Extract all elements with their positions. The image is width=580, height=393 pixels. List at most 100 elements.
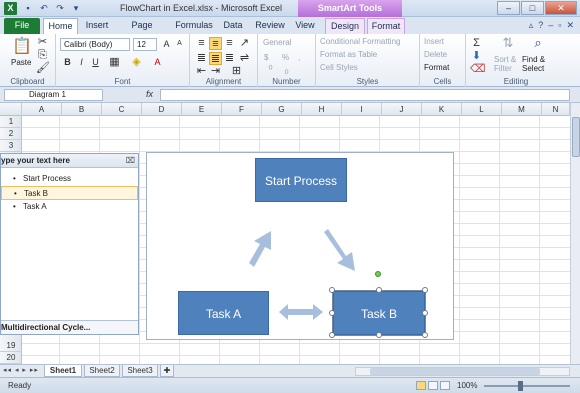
resize-handle[interactable] — [422, 332, 428, 338]
horizontal-scrollbar[interactable] — [355, 367, 570, 376]
minimize-ribbon-icon[interactable]: ▵ — [529, 20, 534, 31]
clear-icon[interactable]: ⌫ — [470, 63, 486, 76]
shrink-font-icon[interactable]: A — [173, 38, 186, 51]
column-header[interactable]: C — [102, 103, 142, 116]
shape-task-a[interactable]: Task A — [178, 291, 269, 335]
cell-styles-button[interactable]: Cell Styles — [320, 63, 358, 72]
paste-icon[interactable]: 📋 — [12, 37, 32, 57]
paste-button[interactable]: Paste — [11, 58, 31, 67]
cut-icon[interactable]: ✂ — [36, 36, 49, 49]
vertical-scrollbar[interactable] — [570, 103, 580, 364]
orientation-icon[interactable]: ↗ — [238, 37, 251, 50]
tab-file[interactable]: File — [4, 18, 40, 34]
sort-filter-label-1[interactable]: Sort & — [494, 55, 516, 64]
redo-icon[interactable]: ↷ — [54, 2, 66, 14]
format-as-table-button[interactable]: Format as Table — [320, 50, 377, 59]
text-pane-close-icon[interactable]: ⌧ — [126, 154, 135, 167]
wrap-text-icon[interactable]: ⇌ — [238, 52, 251, 65]
tab-design[interactable]: Design — [325, 18, 365, 34]
tab-format[interactable]: Format — [367, 18, 405, 34]
column-header[interactable]: F — [222, 103, 262, 116]
tab-formulas[interactable]: Formulas — [174, 18, 214, 34]
resize-handle[interactable] — [329, 332, 335, 338]
window-restore-icon[interactable]: ▫ — [558, 20, 561, 31]
decrease-decimal-icon[interactable]: ₀ — [280, 64, 293, 77]
column-header[interactable]: E — [182, 103, 222, 116]
zoom-level[interactable]: 100% — [457, 381, 477, 390]
insert-cells-button[interactable]: Insert — [424, 37, 444, 46]
align-bottom-icon[interactable]: ≡ — [223, 37, 236, 50]
align-middle-icon[interactable]: ≡ — [209, 37, 222, 50]
formula-input[interactable] — [160, 89, 570, 101]
text-pane-item[interactable]: Task A — [1, 200, 138, 214]
window-min-icon[interactable]: – — [548, 20, 553, 31]
undo-icon[interactable]: ↶ — [38, 2, 50, 14]
font-name-select[interactable]: Calibri (Body) — [60, 38, 130, 51]
help-icon[interactable]: ? — [538, 20, 543, 31]
conditional-formatting-button[interactable]: Conditional Formatting — [320, 37, 400, 46]
resize-handle[interactable] — [376, 332, 382, 338]
currency-button[interactable]: $ — [264, 53, 268, 62]
percent-button[interactable]: % — [282, 53, 289, 62]
tab-review[interactable]: Review — [253, 18, 287, 34]
column-header[interactable]: G — [262, 103, 302, 116]
align-center-icon[interactable]: ≣ — [209, 52, 222, 65]
insert-function-icon[interactable]: fx — [146, 89, 153, 99]
row-header[interactable]: 2 — [0, 128, 22, 140]
row-header[interactable]: 20 — [0, 352, 22, 364]
row-header[interactable]: 1 — [0, 116, 22, 128]
column-header[interactable]: N — [542, 103, 570, 116]
sheet-nav-arrows[interactable]: ◂◂ ◂ ▸ ▸▸ — [3, 366, 39, 374]
align-top-icon[interactable]: ≡ — [195, 37, 208, 50]
column-header[interactable]: I — [342, 103, 382, 116]
find-select-label-2[interactable]: Select — [522, 64, 544, 73]
minimize-button[interactable]: – — [497, 1, 520, 15]
grow-font-icon[interactable]: A — [160, 38, 173, 51]
column-header[interactable]: H — [302, 103, 342, 116]
save-icon[interactable]: ▪ — [22, 2, 34, 14]
rotation-handle[interactable] — [375, 271, 381, 277]
format-painter-icon[interactable]: 🖌 — [36, 62, 50, 75]
font-color-icon[interactable]: A — [151, 56, 164, 69]
format-cells-button[interactable]: Format — [424, 63, 449, 72]
sheet-tab-1[interactable]: Sheet1 — [44, 365, 82, 377]
select-all-corner[interactable] — [0, 103, 22, 116]
text-pane-item[interactable]: Start Process — [1, 172, 138, 186]
page-layout-view-icon[interactable] — [428, 381, 438, 390]
resize-handle[interactable] — [329, 310, 335, 316]
column-header[interactable]: M — [502, 103, 542, 116]
find-select-label-1[interactable]: Find & — [522, 55, 545, 64]
tab-data[interactable]: Data — [220, 18, 246, 34]
close-button[interactable]: ✕ — [545, 1, 577, 15]
bold-icon[interactable]: B — [61, 56, 74, 69]
shape-task-b[interactable]: Task B — [332, 290, 426, 336]
font-size-select[interactable]: 12 — [133, 38, 157, 51]
resize-handle[interactable] — [376, 287, 382, 293]
column-header[interactable]: B — [62, 103, 102, 116]
tab-page-layout[interactable]: Page Layout — [117, 18, 167, 45]
column-header[interactable]: J — [382, 103, 422, 116]
find-select-icon[interactable]: ⌕ — [530, 36, 546, 53]
name-box[interactable]: Diagram 1 — [4, 89, 103, 101]
column-header[interactable]: D — [142, 103, 182, 116]
comma-button[interactable]: , — [298, 53, 300, 62]
sort-filter-icon[interactable]: ⇅ — [500, 36, 516, 53]
underline-icon[interactable]: U — [89, 56, 102, 69]
autosum-icon[interactable]: Σ — [470, 37, 483, 50]
maximize-button[interactable]: □ — [521, 1, 544, 15]
resize-handle[interactable] — [329, 287, 335, 293]
row-header[interactable]: 19 — [0, 340, 22, 352]
zoom-slider[interactable] — [484, 385, 570, 387]
normal-view-icon[interactable] — [416, 381, 426, 390]
delete-cells-button[interactable]: Delete — [424, 50, 447, 59]
page-break-view-icon[interactable] — [440, 381, 450, 390]
sheet-tab-2[interactable]: Sheet2 — [84, 365, 120, 377]
column-header[interactable]: L — [462, 103, 502, 116]
fill-icon[interactable]: ⬇ — [470, 50, 483, 63]
text-pane-layout-description[interactable]: Multidirectional Cycle... — [1, 320, 138, 334]
resize-handle[interactable] — [422, 287, 428, 293]
shape-start-process[interactable]: Start Process — [255, 158, 347, 202]
smartart-diagram-frame[interactable]: Start Process Task A Task B — [146, 152, 454, 340]
vertical-scroll-thumb[interactable] — [572, 117, 580, 157]
align-right-icon[interactable]: ≣ — [223, 52, 236, 65]
